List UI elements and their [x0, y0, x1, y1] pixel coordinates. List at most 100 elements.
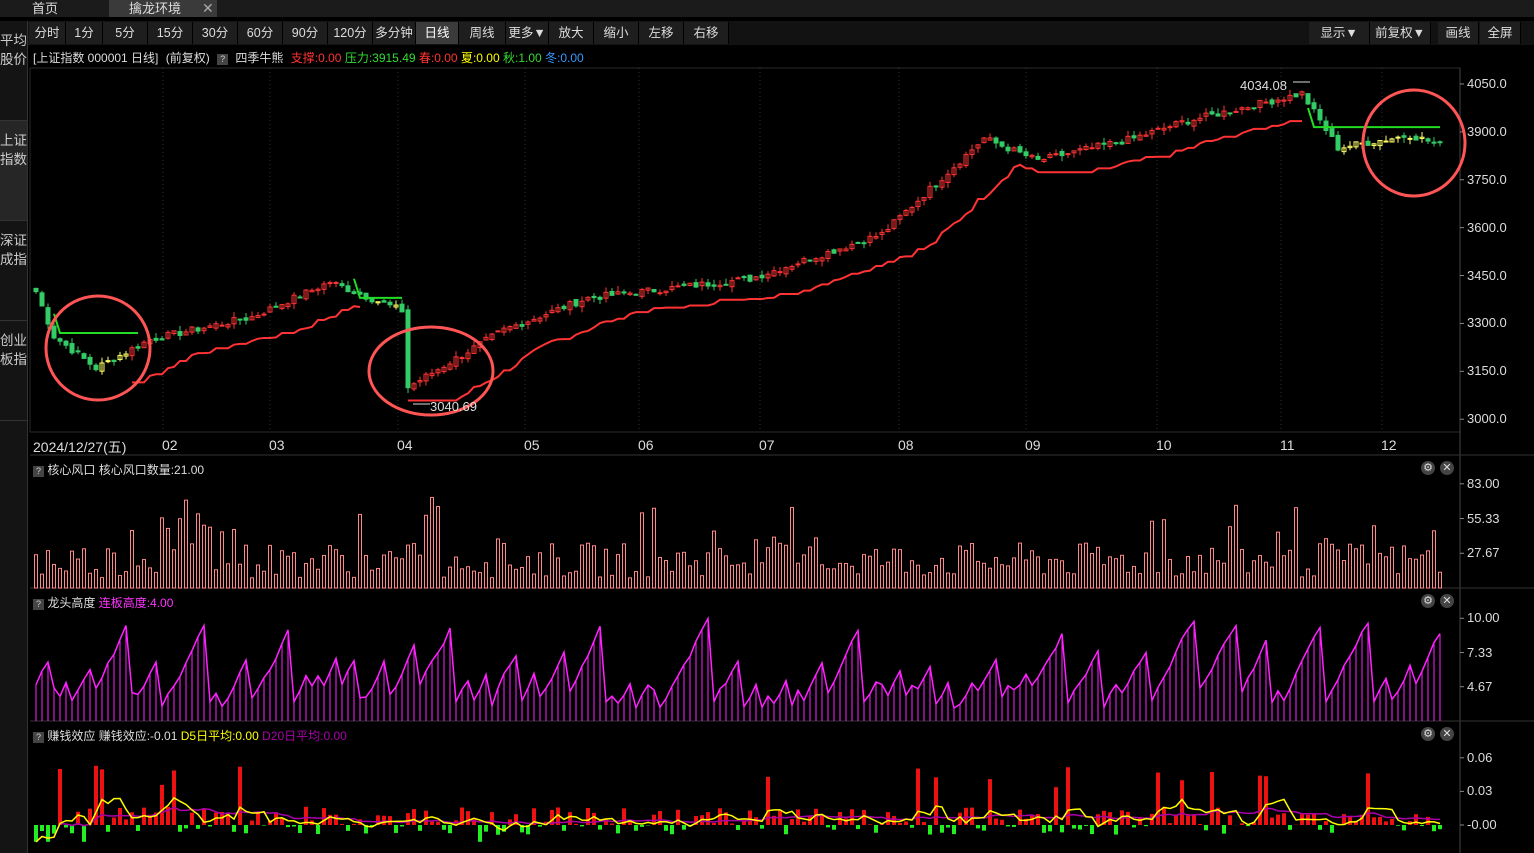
candle-body: [519, 324, 525, 327]
wind-bar: [562, 575, 566, 589]
money-bar: [1198, 823, 1202, 825]
wind-bar: [214, 569, 218, 589]
candle-body: [1251, 107, 1257, 110]
wind-bar: [100, 577, 104, 589]
wind-bar: [778, 542, 782, 589]
candle-body: [657, 292, 663, 295]
money-bar: [562, 825, 566, 831]
wind-bar: [928, 572, 932, 589]
wind-bar: [1240, 548, 1244, 589]
wind-bar: [724, 555, 728, 589]
wind-bar: [466, 566, 470, 589]
wind-bar: [832, 568, 836, 589]
wind-bar: [862, 554, 866, 589]
money-bar: [898, 822, 902, 825]
candle-body: [1425, 138, 1431, 142]
money-bar: [574, 823, 578, 825]
chart-canvas[interactable]: [0, 0, 1534, 853]
wind-bar: [700, 575, 704, 589]
wind-bar: [136, 565, 140, 589]
candle-body: [573, 299, 579, 307]
wind-bar: [1216, 560, 1220, 589]
wind-bar: [280, 550, 284, 589]
money-bar: [382, 815, 386, 825]
wind-bar: [1132, 565, 1136, 589]
candle-body: [999, 141, 1005, 147]
wind-bar: [400, 558, 404, 589]
money-bar: [1396, 825, 1400, 826]
low-label: 3040.69: [430, 399, 477, 414]
wind-bar: [256, 564, 260, 589]
wind-bar: [1432, 530, 1436, 589]
money-bar: [1282, 813, 1286, 825]
money-bar: [952, 825, 956, 835]
x-month-label: 11: [1280, 437, 1295, 453]
candle-body: [1185, 121, 1191, 125]
money-bar: [1276, 814, 1280, 825]
wind-bar: [1204, 572, 1208, 589]
candle-body: [1263, 101, 1269, 104]
wind-bar: [274, 573, 278, 589]
candle-body: [861, 242, 867, 245]
money-bar: [1270, 817, 1274, 825]
wind-bar: [568, 572, 572, 589]
money-bar: [412, 809, 416, 825]
wind-bar: [160, 517, 164, 589]
ytick-label: 27.67: [1467, 545, 1500, 561]
wind-bar: [1264, 561, 1268, 589]
candle-body: [1113, 142, 1119, 145]
wind-bar: [1294, 507, 1298, 589]
wind-bar: [250, 577, 254, 589]
candle-body: [1059, 151, 1065, 157]
money-bar: [1006, 825, 1010, 827]
candle-body: [1407, 137, 1413, 140]
wind-bar: [682, 551, 686, 589]
wind-bar: [334, 549, 338, 589]
candle-body: [933, 185, 939, 188]
wind-bar: [58, 567, 62, 589]
money-bar: [1000, 819, 1004, 825]
money-bar: [1018, 809, 1022, 825]
wind-bar: [94, 569, 98, 589]
candle-body: [597, 296, 603, 300]
ytick-label: 3750.0: [1467, 171, 1507, 187]
wind-bar: [1198, 554, 1202, 589]
money-bar: [1330, 825, 1334, 833]
money-bar: [802, 821, 806, 825]
money-bar: [436, 821, 440, 825]
candle-body: [705, 282, 711, 287]
wind-bar: [592, 545, 596, 589]
x-month-label: 08: [898, 437, 914, 453]
wind-bar: [322, 554, 326, 589]
candle-body: [333, 282, 339, 285]
wind-bar: [1228, 526, 1232, 589]
money-bar: [748, 810, 752, 825]
wind-bar: [556, 557, 560, 589]
money-bar: [928, 825, 932, 835]
wind-bar: [892, 548, 896, 589]
money-bar: [196, 825, 200, 829]
money-bar: [730, 823, 734, 825]
wind-bar: [196, 513, 200, 589]
money-bar: [124, 819, 128, 825]
wind-bar: [502, 542, 506, 589]
candle-body: [135, 346, 141, 349]
candle-body: [1215, 113, 1221, 117]
candle-body: [747, 274, 753, 282]
wind-bar: [232, 529, 236, 589]
wind-bar: [772, 536, 776, 589]
money-bar: [904, 821, 908, 825]
money-bar: [1090, 825, 1094, 835]
money-bar: [946, 825, 950, 828]
candle-body: [795, 263, 801, 266]
money-bar: [1420, 825, 1424, 827]
candle-body: [609, 290, 615, 296]
wind-bar: [622, 543, 626, 589]
candle-body: [1035, 155, 1041, 160]
candle-body: [297, 296, 303, 299]
wind-bar: [1090, 552, 1094, 589]
wind-bar: [1192, 571, 1196, 589]
money-bar: [676, 809, 680, 825]
ytick-label: 0.03: [1467, 783, 1493, 799]
wind-bar: [532, 573, 536, 589]
